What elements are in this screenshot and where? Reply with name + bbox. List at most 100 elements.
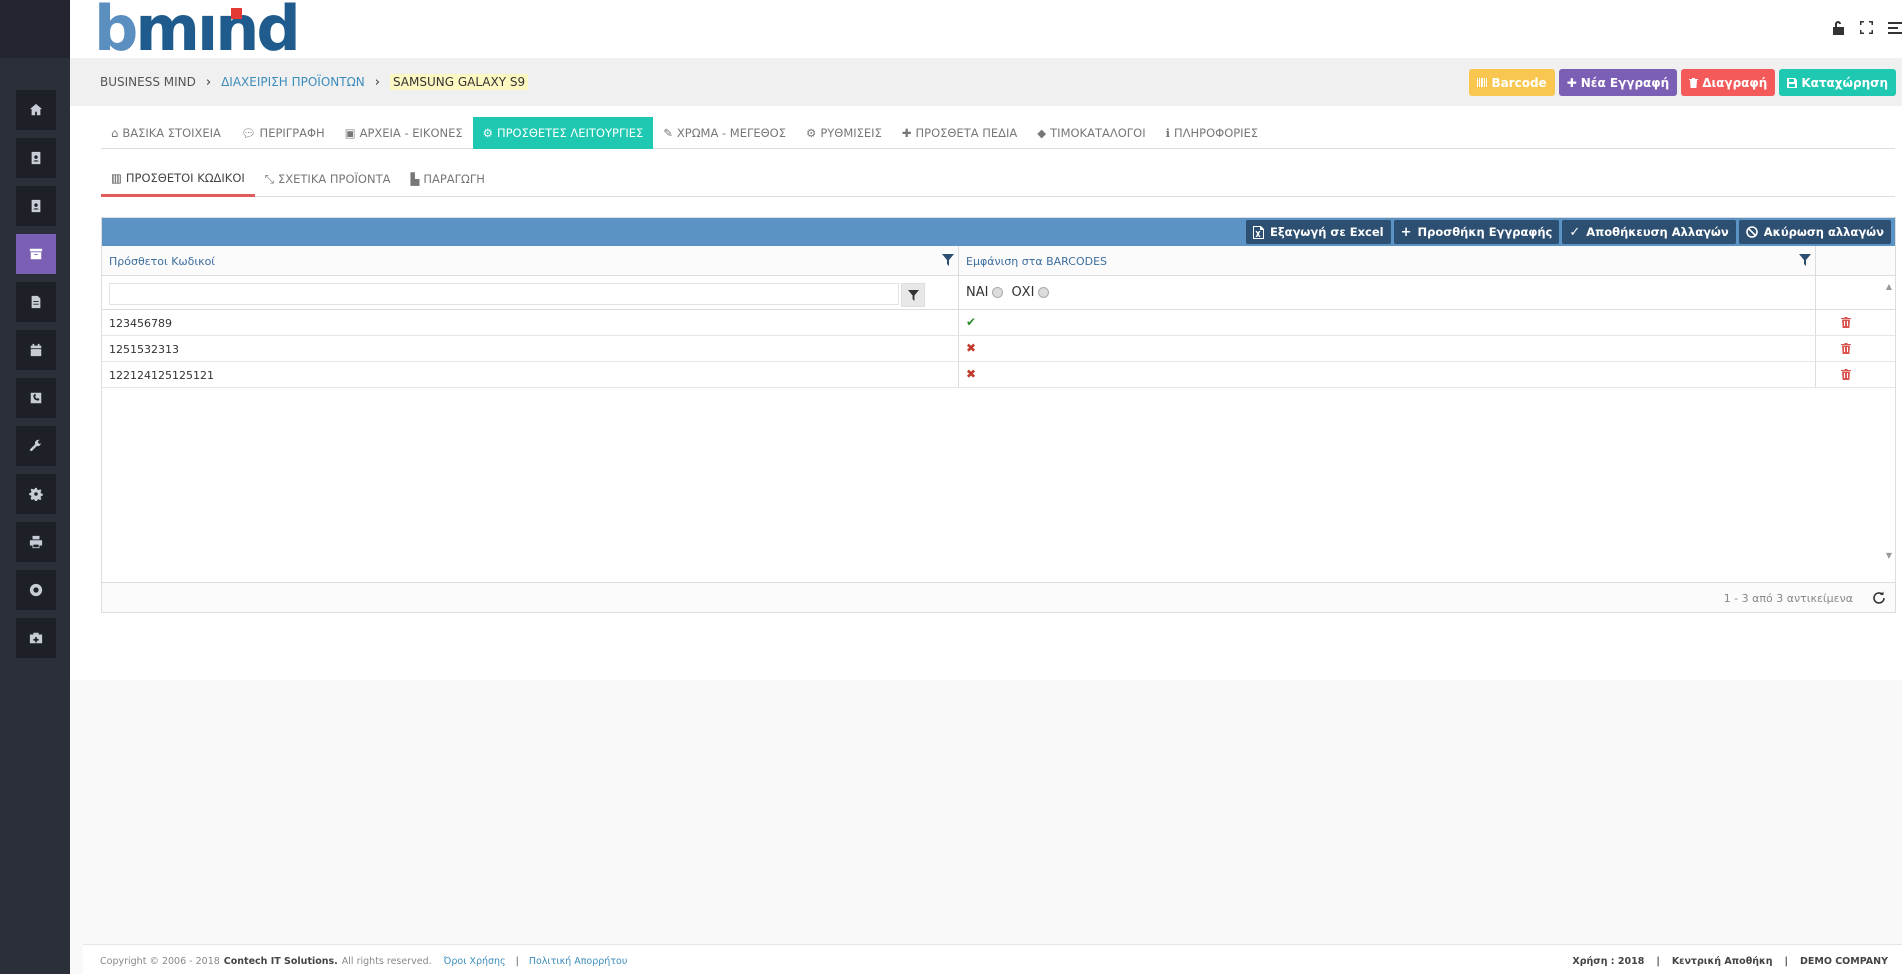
delete-row-icon[interactable] xyxy=(1841,369,1851,380)
subtab-extra-codes[interactable]: ▥ ΠΡΟΣΘΕΤΟΙ ΚΩΔΙΚΟΙ xyxy=(101,161,255,197)
bmind-logo[interactable]: b mınd xyxy=(94,0,301,60)
no-radio[interactable] xyxy=(1038,287,1050,298)
grid-scrollbar[interactable]: ▲ ▼ xyxy=(1881,280,1895,562)
privacy-link[interactable]: Πολιτική Απορρήτου xyxy=(529,956,628,967)
archive-icon xyxy=(29,248,43,260)
save-changes-label: Αποθήκευση Αλλαγών xyxy=(1586,225,1729,239)
no-label: ΟΧΙ xyxy=(1011,285,1035,300)
tab-settings[interactable]: ⚙ ΡΥΘΜΙΣΕΙΣ xyxy=(796,117,892,149)
barcode-button[interactable]: Barcode xyxy=(1469,69,1555,96)
cancel-changes-label: Ακύρωση αλλαγών xyxy=(1763,225,1884,239)
tab-extra-fields[interactable]: ✚ ΠΡΟΣΘΕΤΑ ΠΕΔΙΑ xyxy=(892,117,1027,149)
tab-label: ΡΥΘΜΙΣΕΙΣ xyxy=(820,126,882,140)
save-button[interactable]: Καταχώρηση xyxy=(1779,69,1896,96)
tab-extra-functions[interactable]: ⚙ ΠΡΟΣΘΕΤΕΣ ΛΕΙΤΟΥΡΓΙΕΣ xyxy=(472,117,654,149)
cancel-icon xyxy=(1745,226,1758,238)
sidebar-item-contacts[interactable] xyxy=(16,138,56,178)
delete-row-icon[interactable] xyxy=(1841,317,1851,328)
scroll-down-icon[interactable]: ▼ xyxy=(1886,551,1892,560)
table-row[interactable]: 123456789 ✔ xyxy=(102,310,1895,336)
code-cell[interactable]: 1251532313 xyxy=(102,336,959,361)
sidebar-item-calendar[interactable] xyxy=(16,330,56,370)
table-row[interactable]: 122124125125121 ✖ xyxy=(102,362,1895,388)
company-name: Contech IT Solutions. xyxy=(223,956,338,967)
terms-link[interactable]: Όροι Χρήσης xyxy=(444,956,506,967)
header-icons xyxy=(1832,20,1902,35)
subtab-related-products[interactable]: ⤡ ΣΧΕΤΙΚΑ ΠΡΟΪΟΝΤΑ xyxy=(255,161,401,197)
table-row[interactable]: 1251532313 ✖ xyxy=(102,336,1895,362)
column-header-actions xyxy=(1816,246,1875,275)
delete-row-icon[interactable] xyxy=(1841,343,1851,354)
new-record-label: Νέα Εγγραφή xyxy=(1580,75,1670,90)
code-cell[interactable]: 122124125125121 xyxy=(102,362,959,387)
sidebar-item-support[interactable] xyxy=(16,570,56,610)
tab-basic-info[interactable]: ⌂ ΒΑΣΙΚΑ ΣΤΟΙΧΕΙΑ xyxy=(101,117,231,149)
tab-files-images[interactable]: ▣ ΑΡΧΕΙΑ - ΕΙΚΟΝΕΣ xyxy=(335,117,473,149)
rights-text: All rights reserved. xyxy=(341,956,432,967)
yes-radio[interactable] xyxy=(992,287,1004,298)
sidebar-item-products[interactable] xyxy=(16,234,56,274)
code-cell[interactable]: 123456789 xyxy=(102,310,959,335)
tab-label: ΠΡΟΣΘΕΤΕΣ ΛΕΙΤΟΥΡΓΙΕΣ xyxy=(496,126,644,140)
tab-color-size[interactable]: ✎ ΧΡΩΜΑ - ΜΕΓΕΘΟΣ xyxy=(653,117,796,149)
barcode-label: Barcode xyxy=(1491,75,1547,90)
footer-divider: | xyxy=(1656,956,1660,967)
sidebar-item-customers[interactable] xyxy=(16,186,56,226)
filter-icon[interactable] xyxy=(1799,254,1811,266)
code-value: 1251532313 xyxy=(109,343,179,356)
refresh-icon[interactable] xyxy=(1871,590,1887,606)
plus-icon: + xyxy=(1400,224,1412,240)
tab-description[interactable]: 💬︎ ΠΕΡΙΓΡΑΦΗ xyxy=(231,117,335,149)
tab-price-lists[interactable]: ◆ ΤΙΜΟΚΑΤΑΛΟΓΟΙ xyxy=(1027,117,1155,149)
export-excel-label: Εξαγωγή σε Excel xyxy=(1270,225,1384,239)
breadcrumb-home[interactable]: BUSINESS MIND xyxy=(100,75,196,89)
check-icon: ✔ xyxy=(966,315,977,329)
footer-divider: | xyxy=(515,956,519,967)
sidebar-item-print[interactable] xyxy=(16,522,56,562)
sidebar-item-settings[interactable] xyxy=(16,474,56,514)
fullscreen-icon[interactable] xyxy=(1859,20,1874,35)
save-changes-button[interactable]: ✓ Αποθήκευση Αλλαγών xyxy=(1562,220,1736,244)
page-footer: Copyright © 2006 - 2018 Contech IT Solut… xyxy=(83,944,1902,974)
barcode-flag-cell[interactable]: ✖ xyxy=(959,336,1816,361)
filter-button[interactable] xyxy=(901,283,925,307)
filter-icon[interactable] xyxy=(942,254,954,266)
copyright-text: Copyright © 2006 - 2018 xyxy=(100,956,220,967)
add-record-button[interactable]: + Προσθήκη Εγγραφής xyxy=(1393,220,1560,244)
delete-button[interactable]: Διαγραφή xyxy=(1681,69,1776,96)
export-excel-button[interactable]: Εξαγωγή σε Excel xyxy=(1246,220,1391,244)
subtab-label: ΠΡΟΣΘΕΤΟΙ ΚΩΔΙΚΟΙ xyxy=(125,170,245,185)
breadcrumb-products[interactable]: ΔΙΑΧΕΙΡΙΣΗ ΠΡΟΪΟΝΤΩΝ xyxy=(221,75,365,89)
barcode-flag-cell[interactable]: ✔ xyxy=(959,310,1816,335)
warehouse-name: Κεντρική Αποθήκη xyxy=(1671,956,1773,967)
gear-icon: ⚙ xyxy=(806,126,817,140)
scroll-up-icon[interactable]: ▲ xyxy=(1886,282,1892,291)
cancel-changes-button[interactable]: Ακύρωση αλλαγών xyxy=(1738,220,1891,244)
subtab-label: ΣΧΕΤΙΚΑ ΠΡΟΪΟΝΤΑ xyxy=(278,172,391,186)
column-header-barcodes[interactable]: Εμφάνιση στα BARCODES xyxy=(959,246,1816,275)
code-filter-input[interactable] xyxy=(109,283,899,305)
print-icon xyxy=(29,535,43,549)
cogs-icon: ⚙ xyxy=(482,126,493,140)
sidebar-item-briefcase[interactable] xyxy=(16,618,56,658)
column-header-label: Εμφάνιση στα BARCODES xyxy=(966,255,1108,268)
column-header-codes[interactable]: Πρόσθετοι Κωδικοί xyxy=(102,246,959,275)
sidebar-item-phone[interactable] xyxy=(16,378,56,418)
new-record-button[interactable]: ✚ Νέα Εγγραφή xyxy=(1558,69,1678,96)
plus-icon: ✚ xyxy=(1566,75,1577,90)
column-header-label: Πρόσθετοι Κωδικοί xyxy=(109,255,216,268)
filter-icon xyxy=(907,289,919,301)
row-actions-cell xyxy=(1816,336,1875,361)
filter-cell-barcodes: ΝΑΙ ΟΧΙ xyxy=(959,276,1816,309)
subtab-production[interactable]: ▙ ΠΑΡΑΓΩΓΗ xyxy=(400,161,494,197)
unlock-icon[interactable] xyxy=(1832,20,1845,35)
menu-icon[interactable] xyxy=(1888,20,1902,35)
filter-cell-actions xyxy=(1816,276,1875,309)
tab-information[interactable]: ℹ ΠΛΗΡΟΦΟΡΙΕΣ xyxy=(1156,117,1269,149)
barcode-flag-cell[interactable]: ✖ xyxy=(959,362,1816,387)
sidebar-item-documents[interactable] xyxy=(16,282,56,322)
sidebar-item-home[interactable] xyxy=(16,90,56,130)
tab-label: ΒΑΣΙΚΑ ΣΤΟΙΧΕΙΑ xyxy=(122,126,221,140)
sidebar-item-tools[interactable] xyxy=(16,426,56,466)
trash-icon xyxy=(1689,77,1699,88)
